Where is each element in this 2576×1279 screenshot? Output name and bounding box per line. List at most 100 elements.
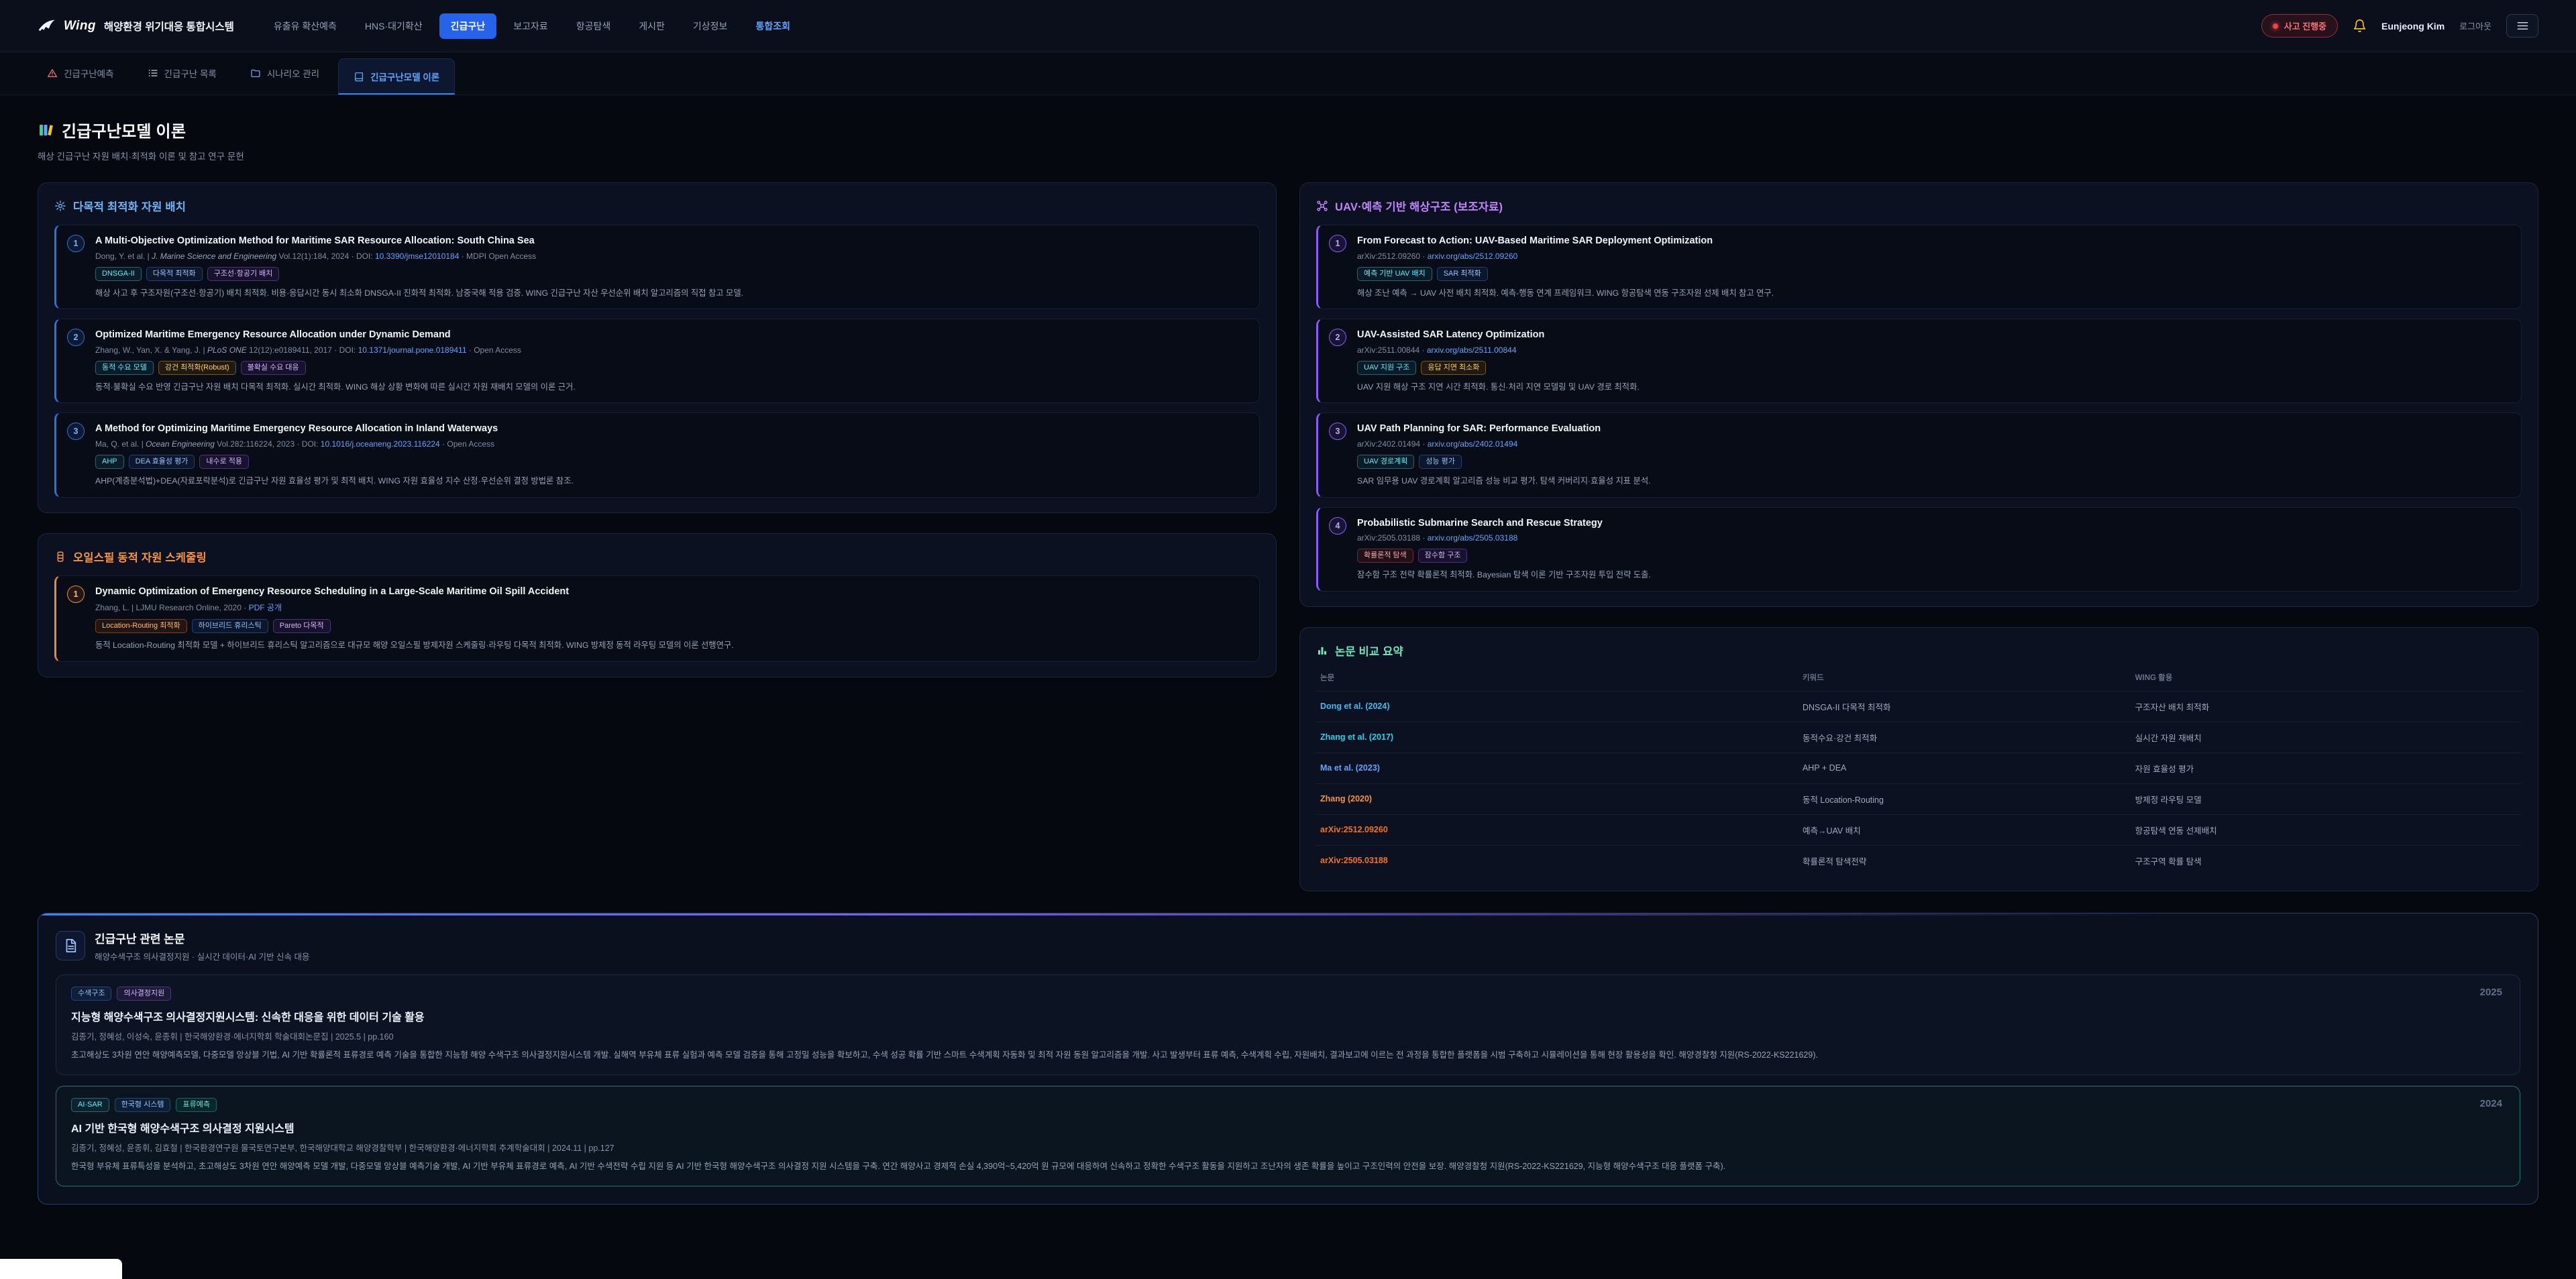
comparison-keyword: 예측→UAV 배치 (1803, 824, 2135, 836)
paper-link[interactable]: PDF 공개 (249, 603, 282, 612)
paper-meta: Dong, Y. et al. | J. Marine Science and … (95, 252, 1247, 261)
section-header-oilspill: 오일스필 동적 자원 스케줄링 (54, 549, 1260, 565)
related-paper-card: 2025 수색구조 의사결정지원지능형 해양수색구조 의사결정지원시스템: 신속한 … (56, 975, 2520, 1075)
related-subtitle: 해양수색구조 의사결정지원 · 실시간 데이터·AI 기반 신속 대응 (95, 950, 309, 962)
panel-comparison: 논문 비교 요약 논문키워드WING 활용Dong et al. (2024)D… (1299, 627, 2538, 891)
comparison-keyword: AHP + DEA (1803, 763, 2135, 773)
comparison-wing-use: 구조자산 배치 최적화 (2135, 700, 2518, 713)
paper-card: 2Optimized Maritime Emergency Resource A… (54, 319, 1260, 403)
paper-tag: 수색구조 (71, 987, 111, 1001)
paper-title: A Multi-Objective Optimization Method fo… (95, 235, 1247, 248)
paper-description: 해상 사고 후 구조자원(구조선·항공기) 배치 최적화. 비용·응답시간 동시… (95, 287, 1247, 299)
comparison-row: Zhang (2020)동적 Location-Routing방제정 라우팅 모… (1316, 784, 2522, 815)
nav-item[interactable]: 유출유 확산예측 (262, 13, 348, 39)
comparison-header-row: 논문키워드WING 활용 (1316, 669, 2522, 691)
paper-year: 2025 (2480, 987, 2502, 998)
nav-item[interactable]: HNS·대기확산 (354, 13, 434, 39)
paper-tag: DEA 효율성 평가 (129, 455, 195, 469)
nav-item[interactable]: 보고자료 (502, 13, 559, 39)
paper-meta: Ma, Q. et al. | Ocean Engineering Vol.28… (95, 439, 1247, 449)
paper-meta-text: Vol.282:116224, 2023 · DOI: (215, 439, 321, 449)
tab-item[interactable]: 시나리오 관리 (235, 52, 334, 95)
paper-tag: 의사결정지원 (117, 987, 171, 1001)
app-title: 해양환경 위기대응 통합시스템 (104, 19, 234, 34)
comparison-column-header: 키워드 (1803, 672, 2135, 683)
paper-link[interactable]: arxiv.org/abs/2505.03188 (1428, 533, 1518, 543)
paper-meta-text: arXiv:2512.09260 · (1357, 252, 1428, 261)
paper-tags: AHPDEA 효율성 평가내수로 적용 (95, 455, 1247, 469)
paper-number-badge: 3 (67, 423, 85, 440)
right-column: UAV·예측 기반 해상구조 (보조자료) 1From Forecast to … (1299, 182, 2538, 891)
comparison-paper-link[interactable]: arXiv:2505.03188 (1320, 856, 1803, 865)
tab-item[interactable]: 긴급구난예측 (32, 52, 129, 95)
paper-journal: J. Marine Science and Engineering (152, 252, 276, 261)
paper-tag: DNSGA-II (95, 267, 142, 281)
paper-number-badge: 2 (1329, 329, 1346, 346)
paper-link[interactable]: 10.1016/j.oceaneng.2023.116224 (321, 439, 440, 449)
nav-item[interactable]: 기상정보 (682, 13, 739, 39)
main-nav: 유출유 확산예측HNS·대기확산긴급구난보고자료항공탐색게시판기상정보통합조회 (262, 13, 802, 39)
section-title: 다목적 최적화 자원 배치 (73, 198, 186, 214)
comparison-paper-link[interactable]: Zhang et al. (2017) (1320, 732, 1803, 742)
section-title: UAV·예측 기반 해상구조 (보조자료) (1335, 198, 1503, 214)
section-header-uav: UAV·예측 기반 해상구조 (보조자료) (1316, 198, 2522, 214)
paper-title: 지능형 해양수색구조 의사결정지원시스템: 신속한 대응을 위한 데이터 기술 … (71, 1008, 2419, 1024)
paper-title: AI 기반 한국형 해양수색구조 의사결정 지원시스템 (71, 1119, 2419, 1135)
paper-description: 동적 Location-Routing 최적화 모델 + 하이브리드 휴리스틱 … (95, 639, 1247, 651)
paper-link[interactable]: arxiv.org/abs/2512.09260 (1428, 252, 1518, 261)
paper-description: UAV 지원 해상 구조 지연 시간 최적화. 통신·처리 지연 모델링 및 U… (1357, 381, 2509, 393)
paper-link[interactable]: arxiv.org/abs/2402.01494 (1428, 439, 1518, 449)
paper-number-badge: 1 (67, 586, 85, 603)
nav-item[interactable]: 통합조회 (744, 13, 802, 39)
related-title: 긴급구난 관련 논문 (95, 930, 309, 946)
paper-meta: arXiv:2512.09260 · arxiv.org/abs/2512.09… (1357, 252, 2509, 261)
paper-list-multiobjective: 1A Multi-Objective Optimization Method f… (54, 225, 1260, 498)
gear-icon (54, 200, 66, 212)
wing-logo-icon (38, 17, 56, 35)
paper-tag: Location-Routing 최적화 (95, 619, 187, 633)
paper-description: 해상 조난 예측 → UAV 사전 배치 최적화. 예측-행동 연계 프레임워크… (1357, 287, 2509, 299)
paper-link[interactable]: 10.1371/journal.pone.0189411 (358, 345, 467, 355)
user-name: Eunjeong Kim (2381, 21, 2445, 32)
comparison-paper-link[interactable]: Zhang (2020) (1320, 794, 1803, 803)
panel-oilspill: 오일스필 동적 자원 스케줄링 1Dynamic Optimization of… (38, 533, 1277, 677)
notifications-button[interactable] (2353, 19, 2367, 33)
paper-title: UAV Path Planning for SAR: Performance E… (1357, 423, 2509, 436)
incident-status-badge[interactable]: 사고 진행중 (2261, 14, 2338, 38)
menu-button[interactable] (2506, 14, 2538, 38)
nav-item[interactable]: 항공탐색 (565, 13, 623, 39)
left-column: 다목적 최적화 자원 배치 1A Multi-Objective Optimiz… (38, 182, 1277, 677)
comparison-column-header: 논문 (1320, 672, 1803, 683)
list-icon (148, 68, 158, 78)
book-icon (354, 71, 364, 82)
comparison-row: Zhang et al. (2017)동적수요·강건 최적화실시간 자원 재배치 (1316, 722, 2522, 753)
paper-tag: UAV 지원 구조 (1357, 361, 1416, 375)
paper-title: A Method for Optimizing Maritime Emergen… (95, 423, 1247, 436)
paper-authors: 김종기, 정혜성, 윤종휘, 김효철 | 한국환경연구원 물국토연구본부, 한국… (71, 1141, 2419, 1154)
paper-link[interactable]: arxiv.org/abs/2511.00844 (1427, 345, 1517, 355)
paper-tag: 동적 수요 모델 (95, 361, 154, 375)
top-header: Wing 해양환경 위기대응 통합시스템 유출유 확산예측HNS·대기확산긴급구… (0, 0, 2576, 52)
tab-active[interactable]: 긴급구난모델 이론 (338, 58, 455, 95)
paper-description: 잠수함 구조 전략 확률론적 최적화. Bayesian 탐색 이론 기반 구조… (1357, 569, 2509, 581)
comparison-wing-use: 항공탐색 연동 선제배치 (2135, 824, 2518, 836)
paper-tags: DNSGA-II다목적 최적화구조선·항공기 배치 (95, 267, 1247, 281)
nav-item[interactable]: 게시판 (627, 13, 676, 39)
app-logo[interactable]: Wing 해양환경 위기대응 통합시스템 (38, 17, 234, 35)
paper-description: AHP(계층분석법)+DEA(자료포락분석)로 긴급구난 자원 효율성 평가 및… (95, 475, 1247, 487)
comparison-paper-link[interactable]: arXiv:2512.09260 (1320, 825, 1803, 834)
paper-card: 1A Multi-Objective Optimization Method f… (54, 225, 1260, 309)
paper-tag: 강건 최적화(Robust) (158, 361, 236, 375)
panel-related-papers: 긴급구난 관련 논문 해양수색구조 의사결정지원 · 실시간 데이터·AI 기반… (38, 913, 2538, 1205)
comparison-paper-link[interactable]: Ma et al. (2023) (1320, 763, 1803, 773)
tab-item[interactable]: 긴급구난 목록 (133, 52, 231, 95)
paper-meta-text: arXiv:2505.03188 · (1357, 533, 1428, 543)
paper-tags: UAV 지원 구조응답 지연 최소화 (1357, 361, 2509, 375)
drone-icon (1316, 200, 1328, 212)
logout-link[interactable]: 로그아웃 (2459, 19, 2491, 32)
paper-link[interactable]: 10.3390/jmse12010184 (375, 252, 459, 261)
paper-tag: 성능 평가 (1419, 455, 1462, 469)
paper-tags: Location-Routing 최적화하이브리드 휴리스틱Pareto 다목적 (95, 619, 1247, 633)
nav-item[interactable]: 긴급구난 (439, 13, 497, 39)
comparison-paper-link[interactable]: Dong et al. (2024) (1320, 702, 1803, 711)
